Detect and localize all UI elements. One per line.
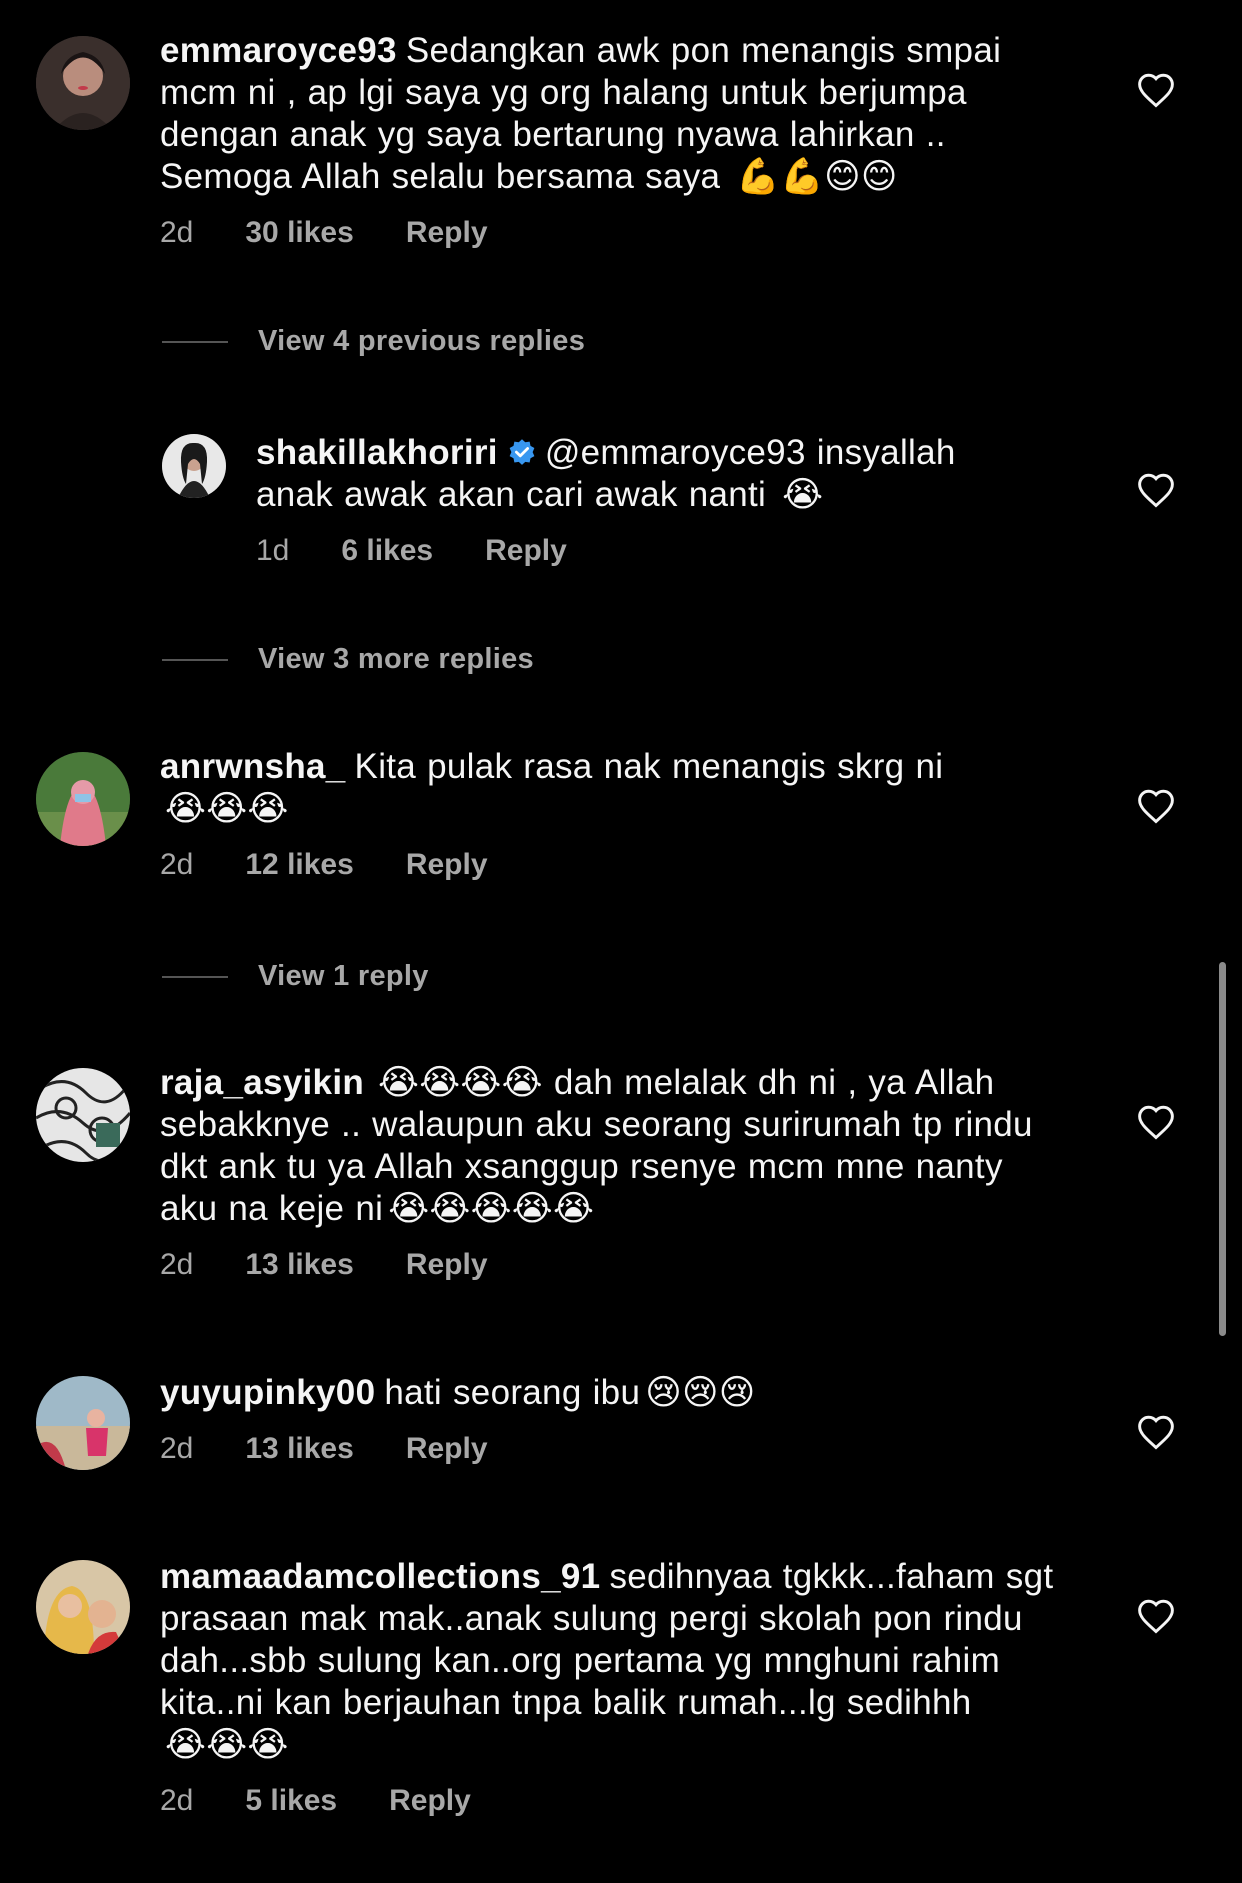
avatar[interactable]	[36, 36, 130, 130]
comment-meta: 2d 5 likes Reply	[160, 1784, 1060, 1818]
likes-count[interactable]: 30 likes	[245, 216, 353, 250]
heart-outline-icon[interactable]	[1136, 72, 1176, 108]
likes-count[interactable]: 13 likes	[245, 1248, 353, 1282]
heart-outline-icon[interactable]	[1136, 472, 1176, 508]
comment-meta: 2d 12 likes Reply	[160, 848, 1060, 882]
reply-button[interactable]: Reply	[406, 848, 488, 882]
comment-meta: 2d 13 likes Reply	[160, 1432, 1060, 1466]
timestamp: 1d	[256, 534, 290, 567]
comment-text: yuyupinky00 hati seorang ibu 😢😢😢	[160, 1372, 1060, 1414]
timestamp: 2d	[160, 1432, 194, 1465]
reply-button[interactable]: Reply	[406, 1432, 488, 1466]
comment-meta: 2d 30 likes Reply	[160, 216, 1060, 250]
view-one-reply[interactable]: View 1 reply	[162, 960, 429, 993]
verified-badge-icon	[509, 439, 535, 465]
avatar[interactable]	[36, 752, 130, 846]
likes-count[interactable]: 5 likes	[245, 1784, 337, 1818]
avatar[interactable]	[36, 1376, 130, 1470]
avatar[interactable]	[36, 1560, 130, 1654]
emoji: 😭😭😭😭😭	[388, 1189, 595, 1228]
view-previous-replies[interactable]: View 4 previous replies	[162, 325, 585, 358]
reply-text: shakillakhoriri @emmaroyce93 insyallah an…	[256, 432, 1016, 516]
reply-button[interactable]: Reply	[389, 1784, 471, 1818]
comment-body: yuyupinky00 hati seorang ibu 😢😢😢 2d 13 lik…	[160, 1372, 1060, 1466]
comment-message: hati seorang ibu	[384, 1373, 641, 1412]
username[interactable]: raja_asyikin	[160, 1063, 364, 1102]
username[interactable]: shakillakhoriri	[256, 433, 498, 472]
heart-outline-icon[interactable]	[1136, 1414, 1176, 1450]
username[interactable]: yuyupinky00	[160, 1373, 375, 1412]
comments-screen: emmaroyce93 Sedangkan awk pon menangis sm…	[0, 0, 1242, 1883]
scrollbar[interactable]	[1219, 962, 1226, 1336]
username[interactable]: emmaroyce93	[160, 31, 397, 70]
timestamp: 2d	[160, 848, 194, 881]
likes-count[interactable]: 12 likes	[245, 848, 353, 882]
comment-body: mamaadamcollections_91 sedihnyaa tgkkk...…	[160, 1556, 1060, 1818]
reply-button[interactable]: Reply	[485, 534, 567, 568]
likes-count[interactable]: 6 likes	[341, 534, 433, 568]
reply-meta: 1d 6 likes Reply	[256, 534, 1016, 568]
comment-body: raja_asyikin 😭😭😭😭 dah melalak dh ni , ya …	[160, 1062, 1060, 1282]
comment-body: emmaroyce93 Sedangkan awk pon menangis sm…	[160, 30, 1060, 250]
username[interactable]: anrwnsha_	[160, 747, 346, 786]
avatar[interactable]	[162, 434, 226, 498]
timestamp: 2d	[160, 1784, 194, 1817]
comment-text: mamaadamcollections_91 sedihnyaa tgkkk...…	[160, 1556, 1060, 1766]
heart-outline-icon[interactable]	[1136, 788, 1176, 824]
emoji: 💪💪😊😊	[736, 157, 898, 196]
thread-label: View 3 more replies	[258, 643, 534, 675]
timestamp: 2d	[160, 1248, 194, 1281]
emoji: 😭😭😭😭	[378, 1063, 543, 1102]
thread-label: View 4 previous replies	[258, 325, 586, 357]
timestamp: 2d	[160, 216, 194, 249]
heart-outline-icon[interactable]	[1136, 1104, 1176, 1140]
avatar[interactable]	[36, 1068, 130, 1162]
thread-line	[162, 340, 228, 343]
emoji: 😢😢😢	[645, 1373, 756, 1412]
likes-count[interactable]: 13 likes	[245, 1432, 353, 1466]
username[interactable]: mamaadamcollections_91	[160, 1557, 600, 1596]
comment-text: raja_asyikin 😭😭😭😭 dah melalak dh ni , ya …	[160, 1062, 1060, 1230]
emoji: 😭😭😭	[165, 789, 289, 828]
emoji: 😭	[782, 475, 824, 514]
thread-line	[162, 658, 228, 661]
thread-label: View 1 reply	[258, 960, 429, 992]
reply-body: shakillakhoriri @emmaroyce93 insyallah an…	[256, 432, 1016, 568]
reply-button[interactable]: Reply	[406, 216, 488, 250]
emoji: 😭😭😭	[165, 1725, 289, 1764]
comment-body: anrwnsha_ Kita pulak rasa nak menangis sk…	[160, 746, 1060, 882]
comment-text: emmaroyce93 Sedangkan awk pon menangis sm…	[160, 30, 1060, 198]
heart-outline-icon[interactable]	[1136, 1598, 1176, 1634]
comment-message: Kita pulak rasa nak menangis skrg ni	[354, 747, 944, 786]
comment-meta: 2d 13 likes Reply	[160, 1248, 1060, 1282]
view-more-replies[interactable]: View 3 more replies	[162, 643, 534, 676]
comment-text: anrwnsha_ Kita pulak rasa nak menangis sk…	[160, 746, 1060, 830]
thread-line	[162, 975, 228, 978]
reply-button[interactable]: Reply	[406, 1248, 488, 1282]
